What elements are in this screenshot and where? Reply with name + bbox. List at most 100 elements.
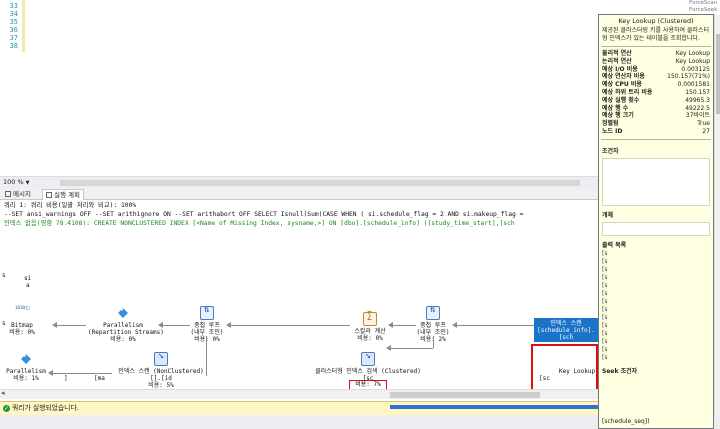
property-key: 물리적 연산	[602, 50, 632, 57]
bitmap-icon	[15, 306, 29, 320]
property-row: 예상 하위 트리 비용 150.157	[599, 89, 713, 97]
property-key: 예상 하위 트리 비용	[602, 88, 653, 96]
seek-predicate-value: [schedule_seq])	[602, 418, 650, 425]
property-value: Key Lookup	[675, 57, 710, 65]
property-key: 예상 행 크기	[602, 112, 634, 120]
predicate-heading: 조건자	[602, 147, 619, 155]
node-cost: 비용: 0%	[194, 336, 220, 343]
property-key: 논리적 연산	[602, 57, 632, 65]
plan-node-index-scan-nonclustered[interactable]: 인덱스 스캔 (NonClustered) [].[id 비용: 5%	[116, 352, 206, 389]
node-cost: 비용: 0%	[357, 335, 383, 342]
output-item: [s	[602, 281, 608, 289]
plan-flow-arrow	[52, 322, 86, 328]
clustered-index-seek-icon	[361, 352, 375, 366]
property-row: 예상 CPU 비용 0.0001581	[599, 81, 713, 89]
plan-node-clustered-index-seek[interactable]: 클러스터형 인덱스 검색 (Clustered) [sc	[306, 352, 430, 382]
parallelism-icon	[19, 352, 33, 366]
property-key: 예상 실행 횟수	[602, 96, 640, 104]
editor-horizontal-scrollbar[interactable]	[60, 180, 580, 186]
output-item: [s	[602, 297, 608, 305]
node-title: 인덱스 스캔	[550, 320, 582, 327]
plan-node-bitmap[interactable]: Bitmap 비용: 0%	[8, 306, 36, 336]
tooltip-properties: 물리적 연산 Key Lookup 논리적 연산 Key Lookup 예상 I/O…	[599, 50, 713, 136]
chevron-down-icon[interactable]: ▼	[26, 180, 30, 186]
operator-tooltip: Key Lookup (Clustered) 제공된 클러스터링 키를 사용하여…	[598, 14, 714, 429]
node-title: 중첩 루프	[420, 322, 446, 329]
zoom-level[interactable]: 100 %	[3, 178, 24, 186]
tooltip-description: 제공된 클러스터링 키를 사용하여 클러스터형 인덱스가 있는 테이블을 조회합…	[602, 27, 709, 42]
query-editor[interactable]: 33 34 35 36 37 38	[0, 0, 598, 176]
property-value: 27	[702, 127, 710, 135]
tab-messages[interactable]: 메시지	[2, 189, 34, 200]
parallelism-icon	[116, 306, 130, 320]
node-subtitle: [sc	[539, 375, 550, 382]
plan-flow-arrow	[48, 370, 112, 376]
node-cost: 비용: 0%	[110, 336, 136, 343]
output-list: [s [s [s [s [s [s [s [s [s [s [s [s [s […	[599, 250, 713, 362]
seek-predicate-heading: Seek 조건자	[602, 367, 638, 375]
property-row: 노드 ID 27	[599, 128, 713, 136]
scrollbar-thumb[interactable]	[716, 34, 720, 114]
output-item: [s	[602, 329, 608, 337]
node-cost: 비용: 0%	[9, 329, 35, 336]
line-number: 36	[9, 26, 18, 34]
property-key: 예상 CPU 비용	[602, 81, 642, 89]
plan-flow-connector	[206, 336, 207, 376]
output-item: [s	[602, 289, 608, 297]
node-title: Parallelism	[6, 368, 46, 375]
editor-zoom-bar: 100 % ▼	[0, 176, 598, 188]
plan-flow-arrow	[226, 322, 350, 328]
plan-node-parallelism[interactable]: Parallelism 비용: 1%	[6, 352, 46, 382]
missing-index-hint[interactable]: 인덱스 없음(영향 78.4108): CREATE NONCLUSTERED …	[4, 219, 515, 228]
message-icon	[5, 191, 11, 197]
right-vertical-scrollbar[interactable]	[714, 14, 720, 415]
scrollbar-thumb[interactable]	[390, 392, 540, 398]
predicate-box	[602, 157, 710, 206]
plan-flow-arrow	[158, 322, 190, 328]
scroll-left-icon[interactable]	[0, 389, 8, 399]
plan-fragment: a	[26, 282, 30, 289]
node-subtitle: [schedule_info].[sch	[537, 327, 595, 341]
execution-plan-pane[interactable]: 쿼리 1: 쿼리 비용(일괄 처리와 비교): 100% --SET ansi_…	[0, 200, 598, 389]
node-title: 중첩 루프	[194, 322, 220, 329]
plan-node-selected-index-scan[interactable]: 인덱스 스캔 [schedule_info].[sch	[534, 318, 598, 342]
plan-horizontal-scrollbar[interactable]	[0, 389, 598, 399]
output-item: [s	[602, 313, 608, 321]
plan-node-parallelism-repartition[interactable]: Parallelism (Repartition Streams) 비용: 0%	[88, 306, 164, 343]
line-number: 33	[9, 2, 18, 10]
node-title: Key Lookup	[559, 368, 596, 375]
plan-flow-arrow	[452, 322, 534, 328]
change-margin	[22, 0, 25, 52]
success-check-icon	[3, 402, 10, 415]
index-scan-icon	[154, 352, 168, 366]
compute-scalar-icon	[363, 312, 377, 326]
key-lookup-highlight[interactable]: Key Lookup [sc	[531, 344, 598, 391]
line-number: 38	[9, 42, 18, 50]
tab-execution-plan[interactable]: 실행 계획	[42, 189, 84, 200]
node-subtitle: [].[id	[150, 375, 172, 382]
node-title: 인덱스 스캔 (NonClustered)	[118, 368, 204, 375]
node-subtitle: (Repartition Streams)	[88, 329, 164, 336]
plan-fragment: s	[2, 320, 6, 327]
plan-node-nested-loops-1[interactable]: 중첩 루프 (내부 조인) 비용: 0%	[190, 306, 224, 343]
output-item: [s	[602, 321, 608, 329]
node-title: Parallelism	[103, 322, 143, 329]
plan-flow-connector	[433, 336, 434, 348]
object-heading: 개체	[602, 211, 614, 219]
plan-flow-arrow	[388, 322, 416, 328]
node-subtitle: (내부 조인)	[416, 329, 450, 336]
tab-messages-label: 메시지	[13, 190, 31, 198]
divider	[601, 46, 711, 47]
property-value: 49965.3	[685, 96, 710, 104]
line-number-gutter: 33 34 35 36 37 38	[0, 0, 20, 176]
property-value: Key Lookup	[675, 50, 710, 57]
plan-fragment: ]	[64, 375, 68, 382]
property-value: 0.003125	[681, 65, 710, 73]
status-accent-bar	[390, 405, 600, 409]
property-value: 150.157(71%)	[667, 73, 710, 81]
output-list-heading: 출력 목록	[602, 241, 627, 249]
query-cost-line: 쿼리 1: 쿼리 비용(일괄 처리와 비교): 100%	[4, 202, 137, 209]
output-item: [s	[602, 249, 608, 257]
plan-node-compute-scalar[interactable]: 스칼라 계산 비용: 0%	[350, 312, 390, 342]
line-number: 35	[9, 18, 18, 26]
